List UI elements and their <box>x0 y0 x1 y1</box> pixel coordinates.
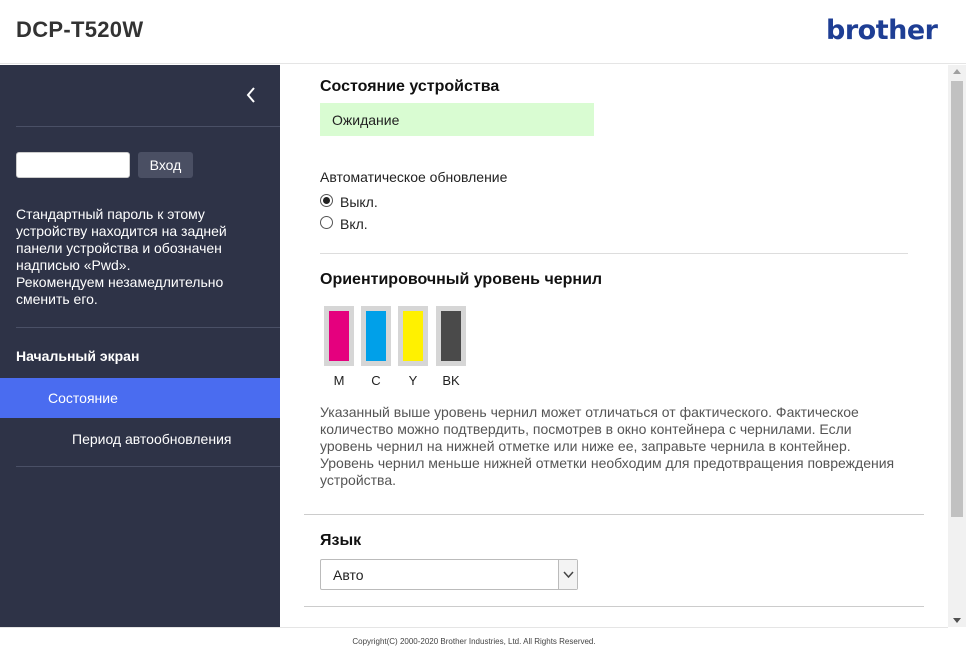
divider <box>320 253 908 254</box>
ink-label-m: M <box>333 373 345 388</box>
ink-tank-bk <box>436 306 466 366</box>
ink-label-bk: BK <box>442 373 460 388</box>
radio-on[interactable] <box>320 216 333 229</box>
radio-off-label[interactable]: Выкл. <box>340 194 378 210</box>
ink-tank-c <box>361 306 391 366</box>
ink-tank-y <box>398 306 428 366</box>
divider <box>16 126 280 127</box>
language-selected-value: Авто <box>333 567 364 583</box>
language-select[interactable]: Авто <box>320 559 578 590</box>
status-value: Ожидание <box>332 112 400 128</box>
radio-on-label[interactable]: Вкл. <box>340 216 368 232</box>
footer: Copyright(C) 2000-2020 Brother Industrie… <box>0 627 948 652</box>
nav-item-status[interactable]: Состояние <box>0 378 280 418</box>
password-input[interactable] <box>16 152 130 178</box>
chevron-down-icon[interactable] <box>558 560 577 589</box>
brother-logo[interactable]: brother <box>826 15 938 46</box>
header: DCP-T520W brother <box>0 0 966 64</box>
divider <box>16 466 280 467</box>
device-status-title: Состояние устройства <box>320 78 500 95</box>
radio-off[interactable] <box>320 194 333 207</box>
scrollbar[interactable] <box>948 65 966 627</box>
divider <box>304 514 924 515</box>
ink-fill-y <box>403 311 423 361</box>
ink-fill-m <box>329 311 349 361</box>
scroll-down-icon[interactable] <box>953 618 961 623</box>
divider <box>16 327 280 328</box>
ink-fill-bk <box>441 311 461 361</box>
language-title: Язык <box>320 532 362 549</box>
model-name: DCP-T520W <box>16 17 144 42</box>
login-button[interactable]: Вход <box>138 152 193 178</box>
divider <box>304 606 924 607</box>
ink-label-c: C <box>371 373 381 388</box>
ink-fill-c <box>366 311 386 361</box>
nav-item-refresh-period[interactable]: Период автообновления <box>72 431 231 447</box>
status-badge: Ожидание <box>320 103 594 136</box>
nav-item-home[interactable]: Начальный экран <box>16 348 139 364</box>
scrollbar-thumb[interactable] <box>951 81 963 517</box>
main-content: Состояние устройства Ожидание Автоматиче… <box>280 65 948 627</box>
ink-level-title: Ориентировочный уровень чернил <box>320 271 603 288</box>
sidebar: Вход Стандартный пароль к этому устройст… <box>0 65 280 627</box>
copyright-text: Copyright(C) 2000-2020 Brother Industrie… <box>352 637 596 646</box>
chevron-left-icon[interactable] <box>242 85 262 105</box>
ink-note: Указанный выше уровень чернил может отли… <box>320 404 895 488</box>
nav-item-status-label: Состояние <box>48 390 118 406</box>
password-note: Стандартный пароль к этому устройству на… <box>16 206 227 307</box>
auto-refresh-label: Автоматическое обновление <box>320 169 508 185</box>
ink-label-y: Y <box>408 373 418 388</box>
ink-tank-m <box>324 306 354 366</box>
scroll-up-icon[interactable] <box>953 69 961 74</box>
